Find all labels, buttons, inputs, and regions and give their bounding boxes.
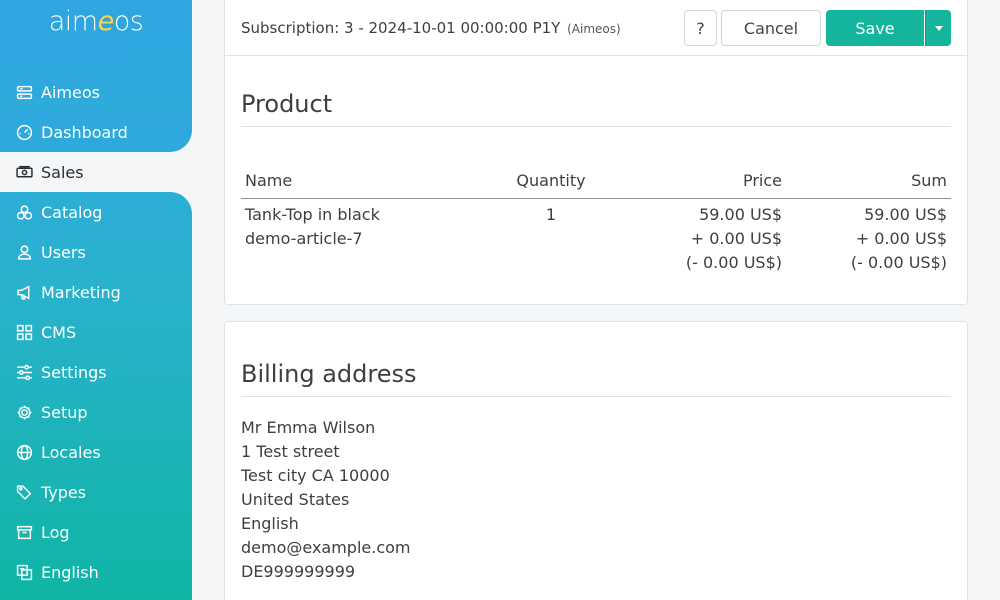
- product-name: Tank-Top in black: [245, 204, 380, 224]
- sidebar-item-aimeos[interactable]: Aimeos: [0, 72, 192, 112]
- billing-address-card: Billing address Mr Emma Wilson 1 Test st…: [224, 321, 968, 600]
- aimeos-logo[interactable]: aimeos: [49, 6, 144, 37]
- sidebar-item-types[interactable]: Types: [0, 472, 192, 512]
- product-code: demo-article-7: [245, 228, 363, 248]
- address-vatid: DE999999999: [241, 562, 356, 581]
- table-row: Tank-Top in black demo-article-7 1 59.00…: [241, 198, 951, 275]
- sliders-icon: [15, 363, 33, 381]
- sidebar-item-label: Dashboard: [41, 122, 128, 142]
- sidebar-item-label: Settings: [41, 362, 107, 382]
- sidebar-item-label: Types: [41, 482, 87, 502]
- product-quantity: 1: [545, 204, 557, 224]
- boxes-icon: [15, 203, 33, 221]
- item-header: Subscription: 3 - 2024-10-01 00:00:00 P1…: [224, 0, 968, 56]
- logo-area: aimeos: [0, 0, 192, 52]
- sidebar-item-locales[interactable]: Locales: [0, 432, 192, 472]
- speedometer-icon: [15, 123, 33, 141]
- sum-rebate: (- 0.00 US$): [850, 252, 947, 272]
- caret-down-icon: [934, 25, 943, 31]
- cancel-button[interactable]: Cancel: [721, 10, 821, 46]
- tags-icon: [15, 483, 33, 501]
- sidebar-item-label: CMS: [41, 322, 77, 342]
- sidebar-nav: Aimeos Dashboard Sales Catalog Users Mar…: [0, 72, 192, 592]
- product-sum-cell: 59.00 US$ + 0.00 US$ (- 0.00 US$): [786, 198, 951, 275]
- sum-value: 59.00 US$: [864, 204, 947, 224]
- price-rebate: (- 0.00 US$): [685, 252, 782, 272]
- address-name: Mr Emma Wilson: [241, 418, 376, 437]
- logo-text-suffix: os: [113, 6, 144, 37]
- address-street: 1 Test street: [241, 442, 340, 461]
- column-header-quantity: Quantity: [486, 164, 616, 199]
- sidebar-item-label: Catalog: [41, 202, 103, 222]
- cash-icon: [15, 163, 33, 181]
- page-title: Subscription: 3 - 2024-10-01 00:00:00 P1…: [241, 19, 621, 37]
- column-header-name: Name: [241, 164, 486, 199]
- logo-text-prefix: aim: [48, 6, 98, 37]
- site-label: (Aimeos): [567, 21, 621, 36]
- price-value: 59.00 US$: [699, 204, 782, 224]
- sidebar-item-label: Locales: [41, 442, 101, 462]
- sidebar-item-sales[interactable]: Sales: [0, 152, 192, 192]
- sidebar-item-cms[interactable]: CMS: [0, 312, 192, 352]
- globe-icon: [15, 443, 33, 461]
- address-city: Test city CA 10000: [241, 466, 390, 485]
- sidebar-item-dashboard[interactable]: Dashboard: [0, 112, 192, 152]
- price-costs: + 0.00 US$: [690, 228, 782, 248]
- sidebar-item-label: Users: [41, 242, 86, 262]
- grid-icon: [15, 323, 33, 341]
- product-section-title: Product: [241, 90, 951, 127]
- save-button[interactable]: Save: [826, 10, 924, 46]
- logo-text-e: e: [97, 6, 115, 37]
- sidebar-item-label: Aimeos: [41, 82, 100, 102]
- sidebar-item-label: Setup: [41, 402, 88, 422]
- app-root: aimeos Aimeos Dashboard Sales Catalog Us…: [0, 0, 1000, 600]
- product-table-header: Name Quantity Price Sum: [241, 164, 951, 199]
- column-header-sum: Sum: [786, 164, 951, 199]
- column-header-price: Price: [616, 164, 786, 199]
- address-email: demo@example.com: [241, 538, 411, 557]
- server-icon: [15, 83, 33, 101]
- address-country: United States: [241, 490, 350, 509]
- billing-address: Mr Emma Wilson 1 Test street Test city C…: [241, 416, 411, 584]
- sidebar-item-marketing[interactable]: Marketing: [0, 272, 192, 312]
- save-options-dropdown-button[interactable]: [925, 10, 951, 46]
- sidebar-item-label: English: [41, 562, 99, 582]
- gear-icon: [15, 403, 33, 421]
- billing-section-title: Billing address: [241, 360, 951, 397]
- translate-icon: [15, 563, 33, 581]
- sidebar-item-setup[interactable]: Setup: [0, 392, 192, 432]
- archive-icon: [15, 523, 33, 541]
- sidebar-item-label: Log: [41, 522, 70, 542]
- person-icon: [15, 243, 33, 261]
- sum-costs: + 0.00 US$: [855, 228, 947, 248]
- product-table: Name Quantity Price Sum Tank-Top in blac…: [241, 164, 951, 275]
- sidebar: aimeos Aimeos Dashboard Sales Catalog Us…: [0, 0, 192, 600]
- sidebar-item-settings[interactable]: Settings: [0, 352, 192, 392]
- help-button[interactable]: ?: [684, 10, 717, 46]
- address-language: English: [241, 514, 299, 533]
- megaphone-icon: [15, 283, 33, 301]
- product-card: Product Name Quantity Price Sum Tank-Top…: [224, 56, 968, 305]
- sidebar-item-catalog[interactable]: Catalog: [0, 192, 192, 232]
- sidebar-item-users[interactable]: Users: [0, 232, 192, 272]
- sidebar-item-label: Sales: [41, 162, 84, 182]
- sidebar-item-english[interactable]: English: [0, 552, 192, 592]
- product-name-cell: Tank-Top in black demo-article-7: [241, 198, 486, 275]
- sidebar-item-label: Marketing: [41, 282, 121, 302]
- product-price-cell: 59.00 US$ + 0.00 US$ (- 0.00 US$): [616, 198, 786, 275]
- sidebar-item-log[interactable]: Log: [0, 512, 192, 552]
- page-title-text: Subscription: 3 - 2024-10-01 00:00:00 P1…: [241, 18, 561, 37]
